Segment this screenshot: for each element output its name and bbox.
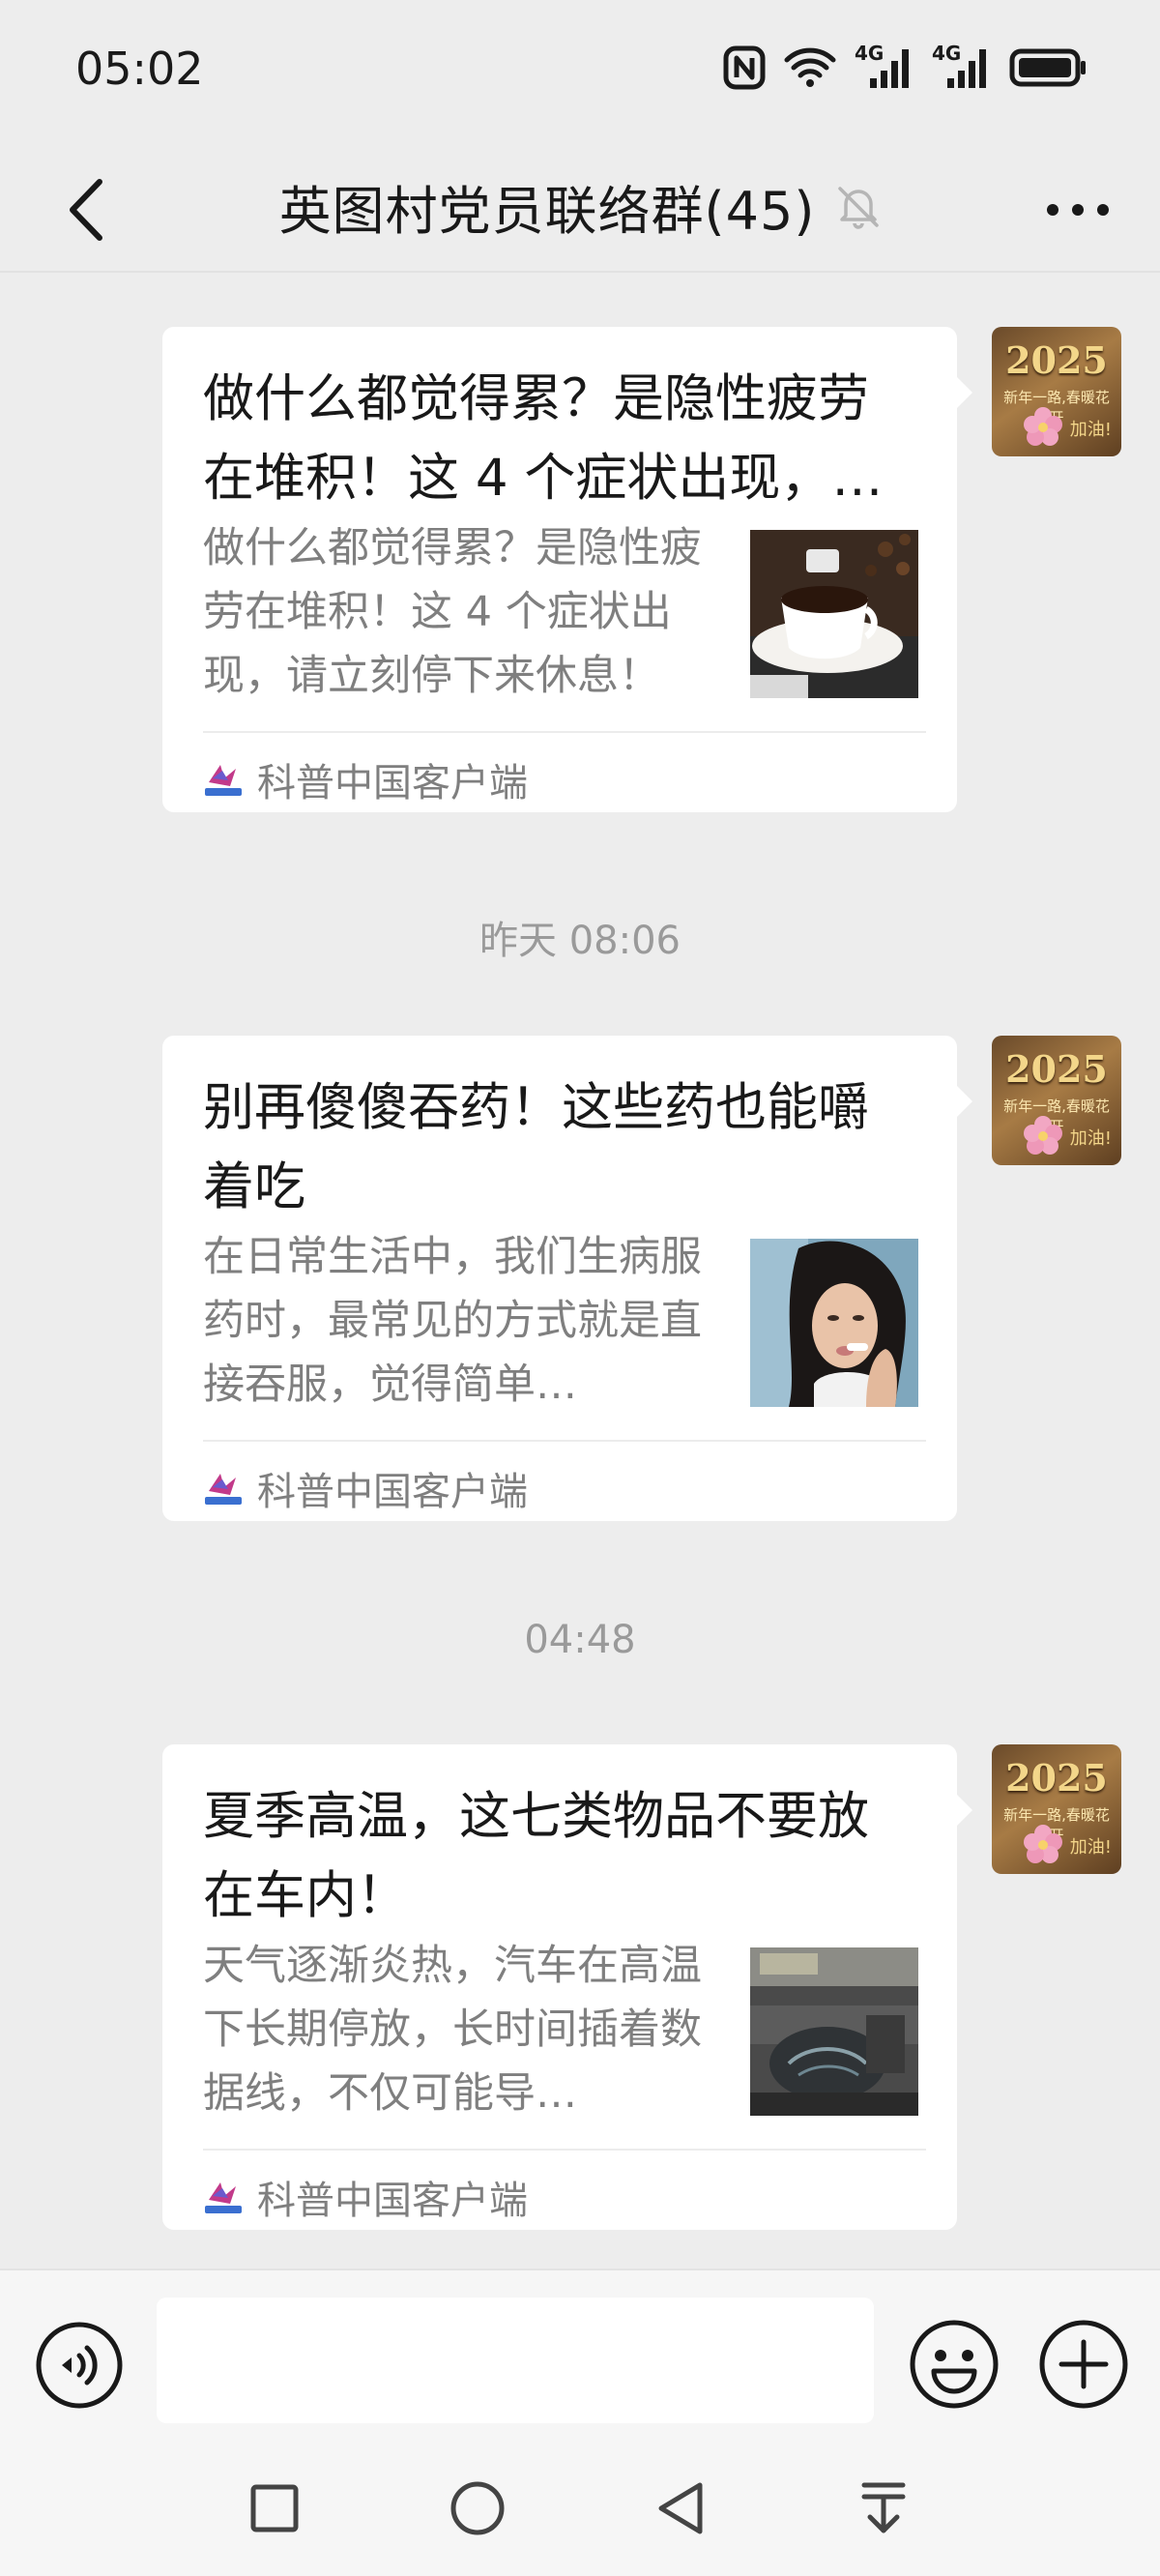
nfc-icon bbox=[723, 45, 766, 90]
article-card[interactable]: 别再傻傻吞药！这些药也能嚼着吃 在日常生活中，我们生病服药时，最常见的方式就是直… bbox=[162, 1036, 972, 1523]
mute-bell-icon bbox=[838, 187, 880, 229]
sender-avatar[interactable]: 2025 新年一路,春暖花开 加油! bbox=[992, 1036, 1121, 1165]
avatar-cheer: 加油! bbox=[1069, 1837, 1112, 1858]
sender-avatar[interactable]: 2025 新年一路,春暖花开 加油! bbox=[992, 1744, 1121, 1874]
kepu-china-logo-icon bbox=[205, 2182, 242, 2213]
status-bar: 05:02 4G 4G bbox=[0, 0, 1160, 145]
kepu-china-logo-icon bbox=[205, 1474, 242, 1505]
chat-timestamp: 04:48 bbox=[524, 1618, 636, 1662]
source-name: 科普中国客户端 bbox=[257, 761, 528, 805]
avatar-cheer: 加油! bbox=[1069, 1128, 1112, 1149]
more-functions-button[interactable] bbox=[1038, 2319, 1129, 2410]
avatar-cheer: 加油! bbox=[1069, 420, 1112, 440]
article-thumbnail-coffee bbox=[750, 530, 918, 698]
source-name: 科普中国客户端 bbox=[257, 1470, 528, 1514]
notification-pull-icon bbox=[861, 2482, 906, 2533]
card-divider bbox=[203, 731, 926, 733]
battery-icon bbox=[1009, 46, 1088, 89]
chat-title[interactable]: 英图村党员联络群(45) bbox=[279, 168, 816, 245]
article-thumbnail-woman bbox=[750, 1239, 918, 1407]
header-divider bbox=[0, 271, 1160, 273]
article-description: 天气逐渐炎热，汽车在高温下长期停放，长时间插着数据线，不仅可能导… bbox=[203, 1942, 702, 2118]
chat-header: 英图村党员联络群(45) bbox=[0, 145, 1160, 271]
article-thumbnail-car bbox=[750, 1947, 918, 2116]
article-source: 科普中国客户端 bbox=[203, 1453, 528, 1523]
article-description: 在日常生活中，我们生病服药时，最常见的方式就是直接吞服，觉得简单… bbox=[203, 1233, 702, 1409]
sender-avatar[interactable]: 2025 新年一路,春暖花开 加油! bbox=[992, 327, 1121, 456]
chat-timestamp: 昨天 08:06 bbox=[479, 919, 681, 963]
flower-icon bbox=[1024, 1116, 1062, 1155]
flower-icon bbox=[1024, 407, 1062, 446]
article-source: 科普中国客户端 bbox=[203, 745, 528, 814]
avatar-year: 2025 bbox=[1005, 1756, 1108, 1800]
cellular-signal-2-icon: 4G bbox=[932, 42, 992, 90]
article-card[interactable]: 做什么都觉得累？是隐性疲劳在堆积！这 4 个症状出现，… 做什么都觉得累？是隐性… bbox=[162, 327, 972, 814]
voice-button[interactable] bbox=[35, 2321, 124, 2410]
article-title: 别再傻傻吞药！这些药也能嚼着吃 bbox=[203, 1078, 869, 1216]
flower-icon bbox=[1024, 1825, 1062, 1863]
recent-apps-icon bbox=[250, 2484, 299, 2532]
kepu-china-logo-icon bbox=[205, 765, 242, 796]
cellular-signal-icon: 4G bbox=[855, 42, 914, 90]
avatar-year: 2025 bbox=[1005, 338, 1108, 382]
voice-icon bbox=[36, 2322, 123, 2409]
emoji-button[interactable] bbox=[909, 2319, 1000, 2410]
article-title: 夏季高温，这七类物品不要放在车内！ bbox=[203, 1787, 869, 1925]
message-input[interactable] bbox=[157, 2298, 874, 2423]
article-description: 做什么都觉得累？是隐性疲劳在堆积！这 4 个症状出现，请立刻停下来休息！ bbox=[203, 524, 702, 700]
nav-back-button[interactable] bbox=[642, 2470, 719, 2547]
wifi-icon bbox=[783, 46, 837, 89]
article-title: 做什么都觉得累？是隐性疲劳在堆积！这 4 个症状出现，… bbox=[203, 369, 884, 508]
article-source: 科普中国客户端 bbox=[203, 2162, 528, 2232]
home-button[interactable] bbox=[439, 2470, 516, 2547]
more-dots-icon bbox=[1047, 204, 1109, 216]
more-options-button[interactable] bbox=[1034, 166, 1121, 253]
input-bar bbox=[0, 2269, 1160, 2444]
title-wrap: 英图村党员联络群(45) bbox=[0, 162, 1160, 249]
card-divider bbox=[203, 2149, 926, 2151]
source-name: 科普中国客户端 bbox=[257, 2179, 528, 2223]
avatar-year: 2025 bbox=[1005, 1047, 1108, 1091]
recent-apps-button[interactable] bbox=[236, 2470, 313, 2547]
plus-icon bbox=[1039, 2320, 1128, 2409]
status-time: 05:02 bbox=[75, 43, 204, 95]
emoji-icon bbox=[910, 2320, 999, 2409]
system-nav-bar bbox=[0, 2443, 1160, 2576]
status-icons: 4G 4G bbox=[723, 39, 1088, 97]
notification-pull-button[interactable] bbox=[845, 2470, 922, 2547]
card-divider bbox=[203, 1440, 926, 1442]
home-icon bbox=[450, 2481, 505, 2535]
back-icon bbox=[658, 2482, 703, 2534]
article-card[interactable]: 夏季高温，这七类物品不要放在车内！ 天气逐渐炎热，汽车在高温下长期停放，长时间插… bbox=[162, 1744, 972, 2232]
